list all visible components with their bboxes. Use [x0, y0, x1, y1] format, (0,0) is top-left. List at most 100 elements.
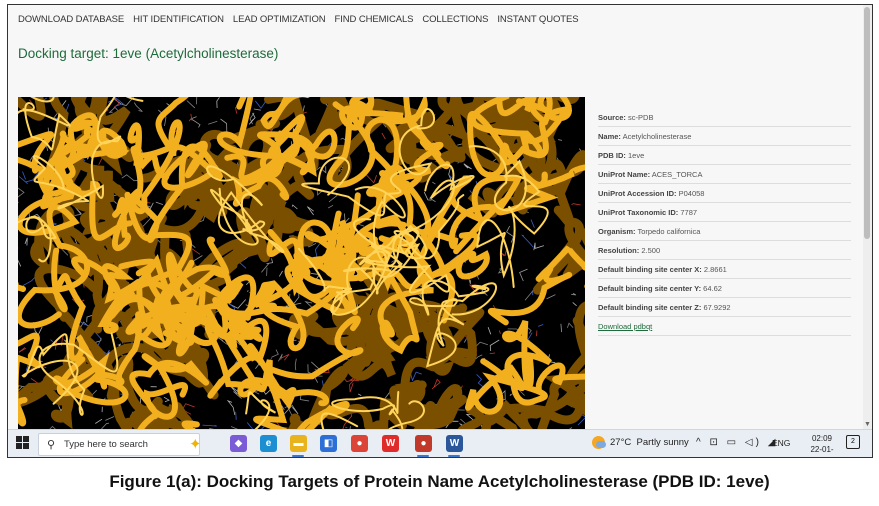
notification-icon[interactable]: 2: [846, 435, 860, 449]
target-info-panel: Source: sc-PDB Name: Acetylcholinesteras…: [598, 108, 851, 336]
download-pdbqt-link[interactable]: Download pdbqt: [598, 317, 851, 336]
top-navigation: DOWNLOAD DATABASE HIT IDENTIFICATION LEA…: [18, 14, 579, 25]
atom-bond-stick: [572, 302, 577, 307]
atom-bond-stick: [530, 219, 535, 228]
info-row-resolution: Resolution: 2.500: [598, 241, 851, 260]
atom-bond-stick: [163, 396, 170, 403]
nav-find-chemicals[interactable]: FIND CHEMICALS: [335, 14, 414, 25]
protein-structure-render[interactable]: [18, 97, 585, 433]
atom-bond-stick: [476, 374, 485, 389]
info-row-uniprot-accession: UniProt Accession ID: P04058: [598, 184, 851, 203]
atom-bond-stick: [50, 339, 54, 343]
atom-bond-stick: [567, 322, 574, 328]
atom-bond-stick: [193, 255, 203, 262]
atom-bond-stick: [216, 97, 220, 109]
clock-date: 22-01-2026: [810, 445, 834, 457]
atom-bond-stick: [220, 118, 228, 132]
atom-bond-stick: [571, 292, 577, 296]
scrollbar-thumb[interactable]: [864, 7, 870, 239]
atom-bond-stick: [190, 116, 201, 128]
windows-start-icon[interactable]: [16, 436, 30, 450]
scroll-down-icon[interactable]: ▼: [863, 420, 872, 429]
chrome-icon[interactable]: ●: [351, 435, 368, 452]
nav-lead-optimization[interactable]: LEAD OPTIMIZATION: [233, 14, 326, 25]
clock-time: 02:09: [811, 434, 833, 443]
system-tray[interactable]: ^ ⊡ ▭ ◁) ◢: [696, 437, 778, 448]
atom-bond-stick: [328, 204, 334, 209]
nav-download-database[interactable]: DOWNLOAD DATABASE: [18, 14, 124, 25]
taskbar-search-box[interactable]: ⚲ Type here to search ✦: [38, 433, 202, 456]
info-row-pdb-id: PDB ID: 1eve: [598, 146, 851, 165]
molecule-viewer[interactable]: [18, 97, 585, 433]
info-row-center-z: Default binding site center Z: 67.9292: [598, 298, 851, 317]
copilot-icon[interactable]: ◆: [230, 435, 247, 452]
search-icon: ⚲: [47, 439, 56, 451]
search-placeholder: Type here to search: [64, 439, 148, 450]
atom-bond-stick: [253, 108, 261, 111]
info-row-center-y: Default binding site center Y: 64.62: [598, 279, 851, 298]
atom-bond-stick: [328, 193, 338, 203]
atom-bond-stick: [133, 102, 143, 112]
language-indicator[interactable]: ENG: [772, 438, 790, 448]
microsoft-store-icon[interactable]: ◧: [320, 435, 337, 452]
page-title: Docking target: 1eve (Acetylcholinestera…: [18, 46, 279, 61]
file-explorer-icon[interactable]: ▬: [290, 435, 307, 452]
figure-caption: Figure 1(a): Docking Targets of Protein …: [109, 472, 770, 491]
info-row-center-x: Default binding site center X: 2.8661: [598, 260, 851, 279]
weather-condition: Partly sunny: [636, 437, 689, 449]
nav-instant-quotes[interactable]: INSTANT QUOTES: [497, 14, 578, 25]
atom-bond-stick: [18, 347, 27, 353]
page-scrollbar[interactable]: ▼: [863, 5, 872, 429]
taskbar-clock[interactable]: 02:09 22-01-2026: [802, 433, 842, 457]
protein-ribbon: [465, 319, 552, 415]
atom-bond-stick: [571, 203, 581, 206]
atom-bond-stick: [261, 263, 270, 273]
atom-bond-stick: [558, 139, 563, 141]
atom-bond-stick: [560, 323, 562, 333]
atom-bond-stick: [345, 426, 348, 429]
running-app-indicator: [448, 455, 460, 457]
atom-bond-stick: [18, 176, 28, 185]
atom-bond-stick: [18, 259, 22, 267]
atom-bond-stick: [538, 324, 544, 327]
atom-bond-stick: [521, 234, 534, 248]
atom-bond-stick: [533, 242, 545, 251]
atom-bond-stick: [278, 270, 283, 277]
atom-bond-stick: [519, 268, 528, 282]
atom-bond-stick: [463, 163, 472, 170]
atom-bond-stick: [235, 411, 237, 420]
atom-bond-stick: [487, 327, 492, 335]
info-row-name: Name: Acetylcholinesterase: [598, 127, 851, 146]
meet-now-icon[interactable]: ⊡: [709, 437, 720, 448]
atom-bond-stick: [431, 378, 441, 390]
battery-icon[interactable]: ▭: [727, 437, 739, 448]
atom-bond-stick: [226, 399, 236, 415]
edge-icon[interactable]: e: [260, 435, 277, 452]
chevron-up-icon[interactable]: ^: [696, 437, 704, 448]
info-row-source: Source: sc-PDB: [598, 108, 851, 127]
wps-office-icon[interactable]: W: [382, 435, 399, 452]
nav-collections[interactable]: COLLECTIONS: [422, 14, 488, 25]
info-row-organism: Organism: Torpedo californica: [598, 222, 851, 241]
info-row-uniprot-taxonomic: UniProt Taxonomic ID: 7787: [598, 203, 851, 222]
word-icon[interactable]: W: [446, 435, 463, 452]
weather-widget[interactable]: 27°C Partly sunny: [592, 436, 689, 449]
atom-bond-stick: [410, 371, 422, 382]
atom-bond-stick: [294, 358, 297, 371]
atom-bond-stick: [307, 206, 314, 216]
volume-icon[interactable]: ◁): [745, 437, 762, 448]
weather-partly-sunny-icon: [592, 436, 606, 449]
atom-bond-stick: [186, 100, 196, 109]
atom-bond-stick: [358, 393, 362, 396]
atom-bond-stick: [432, 181, 436, 185]
running-app-indicator: [417, 455, 429, 457]
atom-bond-stick: [24, 237, 28, 246]
atom-bond-stick: [22, 171, 26, 180]
atom-bond-stick: [271, 349, 279, 358]
nav-hit-identification[interactable]: HIT IDENTIFICATION: [133, 14, 224, 25]
atom-bond-stick: [381, 132, 386, 140]
chrome-profile-icon[interactable]: ●: [415, 435, 432, 452]
running-app-indicator: [292, 455, 304, 457]
atom-bond-stick: [188, 113, 193, 122]
browser-window: DOWNLOAD DATABASE HIT IDENTIFICATION LEA…: [7, 4, 873, 458]
